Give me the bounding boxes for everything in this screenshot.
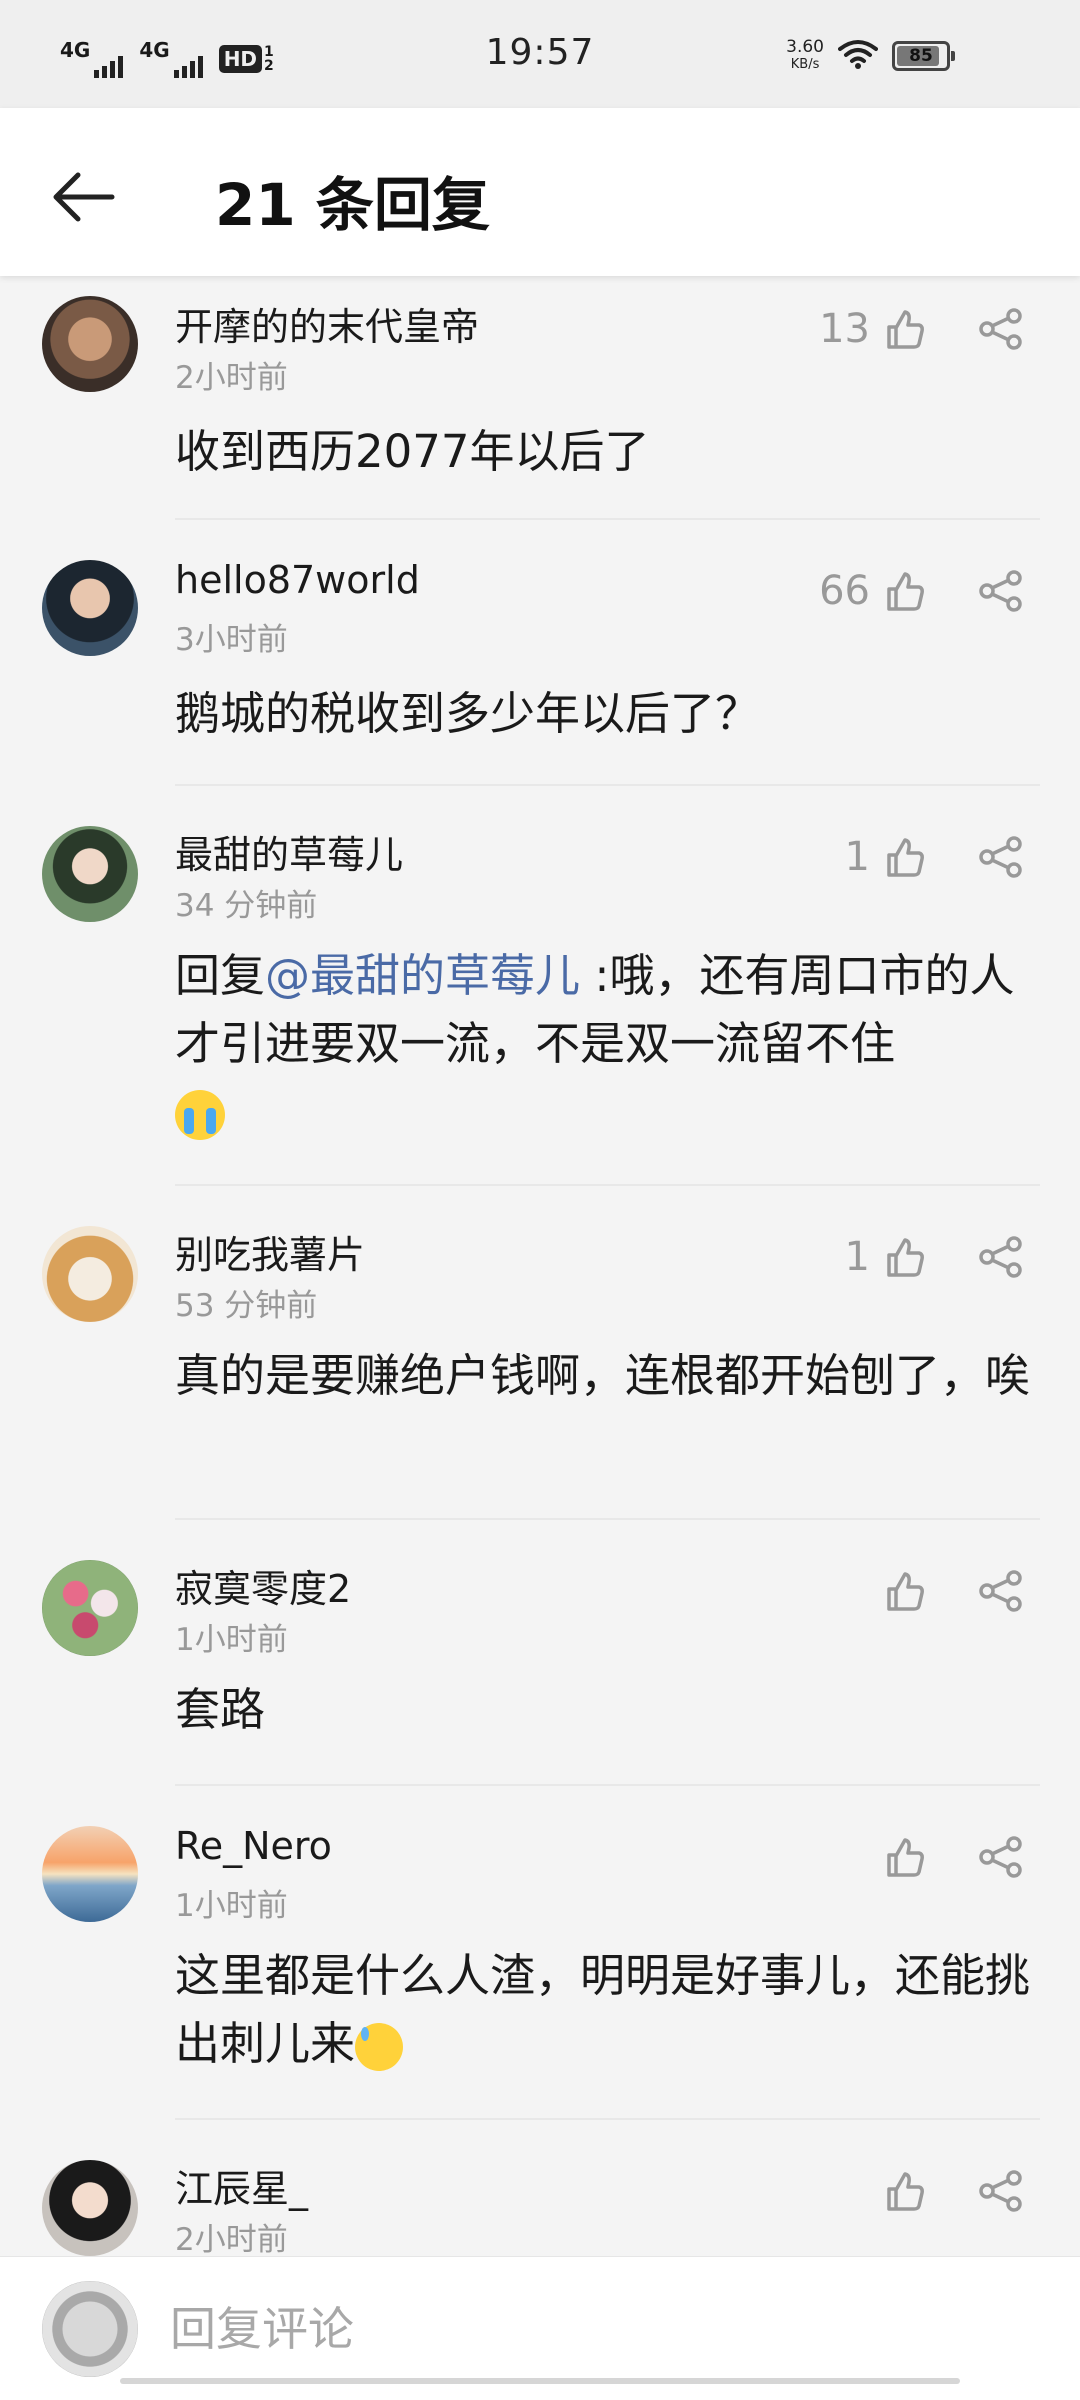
comment-username[interactable]: 开摩的的末代皇帝 — [175, 296, 479, 351]
thumbs-up-icon[interactable] — [880, 1566, 930, 1616]
avatar[interactable] — [42, 560, 138, 656]
comment-text: 真的是要赚绝户钱啊，连根都开始刨了，唉 — [175, 1349, 1031, 1402]
page-title: 21 条回复 — [215, 171, 490, 239]
avatar[interactable] — [42, 2160, 138, 2256]
page-header: 21 条回复 — [0, 108, 1080, 276]
comment-username[interactable]: 寂寞零度2 — [175, 1558, 351, 1613]
like-group[interactable]: 13 — [819, 304, 930, 354]
avatar[interactable] — [42, 296, 138, 392]
wifi-icon — [838, 39, 878, 73]
comment-time: 1小时前 — [175, 1888, 288, 1924]
comment-username[interactable]: hello87world — [175, 558, 420, 602]
comment-list[interactable]: 开摩的的末代皇帝 2小时前 13 收到西历2077年以后了 hello87wor… — [0, 276, 1080, 2256]
reply-prefix: 回复 — [175, 949, 266, 1002]
thumbs-up-icon[interactable] — [880, 2166, 930, 2216]
like-count: 66 — [819, 568, 870, 614]
speed-unit: KB/s — [790, 57, 820, 72]
comment-time: 53 分钟前 — [175, 1288, 318, 1324]
battery-icon: 85 — [892, 41, 955, 71]
thumbs-up-icon[interactable] — [880, 304, 930, 354]
like-group[interactable] — [870, 1566, 930, 1616]
comment-username[interactable]: 别吃我薯片 — [175, 1224, 365, 1279]
like-group[interactable]: 1 — [845, 832, 930, 882]
like-count: 1 — [844, 1234, 870, 1280]
status-right: 3.60 KB/s 85 — [786, 38, 955, 74]
share-icon[interactable] — [976, 832, 1026, 882]
share-icon[interactable] — [976, 1232, 1026, 1282]
sweat-emoji-icon — [355, 2023, 404, 2071]
share-icon[interactable] — [976, 1566, 1026, 1616]
comment-item: Re_Nero 1小时前 这里都是什么人渣，明明是好事儿，还能挑出刺儿来 — [0, 1786, 1080, 2120]
status-bar: 4G 4G HD 1 2 19:57 3.60 KB/s 85 — [0, 0, 1080, 108]
like-count: 13 — [819, 306, 870, 352]
back-button[interactable] — [48, 162, 118, 232]
battery-level: 85 — [909, 46, 933, 66]
comment-time: 2小时前 — [175, 360, 288, 396]
comment-item: 寂寞零度2 1小时前 套路 — [0, 1520, 1080, 1786]
like-group[interactable] — [870, 2166, 930, 2216]
avatar[interactable] — [42, 1826, 138, 1922]
like-group[interactable]: 1 — [845, 1232, 930, 1282]
comment-item: 最甜的草莓儿 34 分钟前 1 回复@最甜的草莓儿 :哦，还有周口市的人才引进要… — [0, 786, 1080, 1186]
like-group[interactable] — [870, 1832, 930, 1882]
comment-time: 34 分钟前 — [175, 888, 318, 924]
mention-link[interactable]: @最甜的草莓儿 — [265, 949, 580, 1002]
thumbs-up-icon[interactable] — [880, 1832, 930, 1882]
comment-username[interactable]: 最甜的草莓儿 — [175, 824, 403, 879]
avatar[interactable] — [42, 1560, 138, 1656]
comment-item: 开摩的的末代皇帝 2小时前 13 收到西历2077年以后了 — [0, 276, 1080, 520]
comment-time: 2小时前 — [175, 2222, 288, 2256]
reply-bar: 回复评论 — [0, 2256, 1080, 2400]
thumbs-up-icon[interactable] — [880, 832, 930, 882]
user-avatar[interactable] — [42, 2281, 138, 2377]
comment-username[interactable]: 江辰星_ — [175, 2158, 308, 2213]
comment-text: 这里都是什么人渣，明明是好事儿，还能挑出刺儿来 — [175, 1942, 1040, 2078]
avatar[interactable] — [42, 1226, 138, 1322]
speed-value: 3.60 — [786, 37, 824, 57]
comment-text: 收到西历2077年以后了 — [175, 425, 650, 478]
share-icon[interactable] — [976, 2166, 1026, 2216]
avatar[interactable] — [42, 826, 138, 922]
share-icon[interactable] — [976, 304, 1026, 354]
comment-time: 1小时前 — [175, 1622, 288, 1658]
comment-item: 江辰星_ 2小时前 — [0, 2120, 1080, 2256]
thumbs-up-icon[interactable] — [880, 1232, 930, 1282]
comment-time: 3小时前 — [175, 622, 288, 658]
thumbs-up-icon[interactable] — [880, 566, 930, 616]
share-icon[interactable] — [976, 1832, 1026, 1882]
back-arrow-icon — [53, 172, 115, 222]
comment-username[interactable]: Re_Nero — [175, 1824, 332, 1868]
like-group[interactable]: 66 — [819, 566, 930, 616]
comment-item: 别吃我薯片 53 分钟前 1 真的是要赚绝户钱啊，连根都开始刨了，唉 — [0, 1186, 1080, 1520]
network-speed: 3.60 KB/s — [786, 38, 824, 74]
like-count: 1 — [844, 834, 870, 880]
comment-text: 回复@最甜的草莓儿 :哦，还有周口市的人才引进要双一流，不是双一流留不住 — [175, 942, 1040, 1146]
gesture-bar — [120, 2378, 960, 2384]
comment-text: 套路 — [175, 1683, 266, 1736]
comment-text-content: 这里都是什么人渣，明明是好事儿，还能挑出刺儿来 — [175, 1949, 1031, 2070]
share-icon[interactable] — [976, 566, 1026, 616]
comment-item: hello87world 3小时前 66 鹅城的税收到多少年以后了？ — [0, 520, 1080, 786]
comment-text: 鹅城的税收到多少年以后了？ — [175, 687, 761, 740]
reply-input[interactable]: 回复评论 — [170, 2293, 354, 2359]
crying-emoji-icon — [175, 1090, 225, 1140]
